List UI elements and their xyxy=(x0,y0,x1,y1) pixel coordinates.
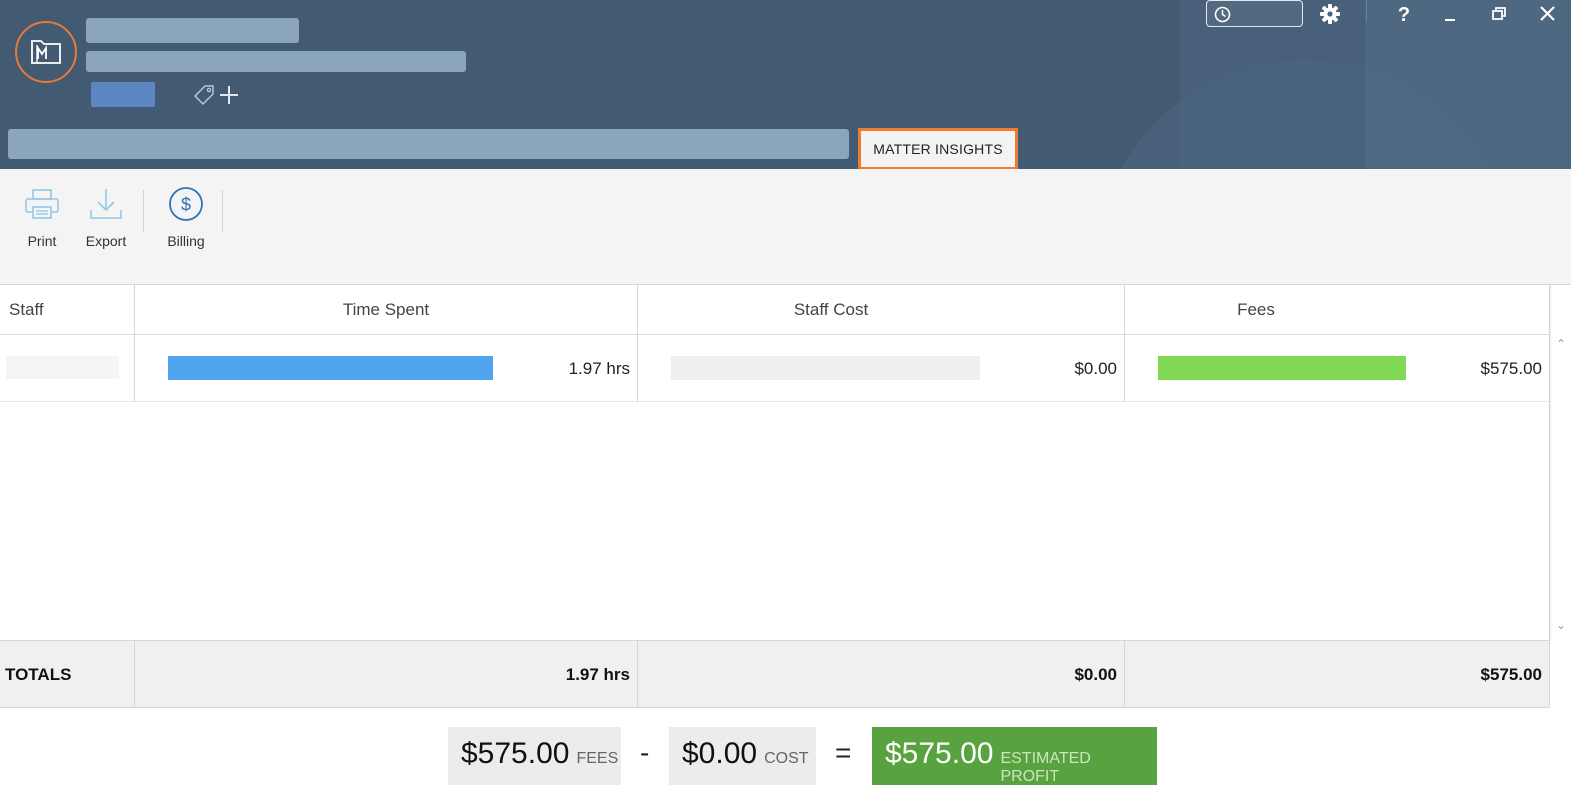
toolbar-divider xyxy=(222,190,223,232)
matter-subtitle-placeholder xyxy=(86,51,466,72)
cost-summary-amount: $0.00 xyxy=(682,737,758,770)
scroll-up-icon[interactable]: ⌃ xyxy=(1556,337,1566,351)
billing-button[interactable]: $ Billing xyxy=(160,183,212,253)
grid-header: Staff Time Spent Staff Cost Fees xyxy=(0,285,1550,335)
totals-fees: $575.00 xyxy=(1480,664,1542,684)
insights-toolbar: Print Export $ Billing xyxy=(0,169,1571,285)
matter-header: MATTER INSIGHTS ? xyxy=(0,0,1571,169)
titlebar-divider xyxy=(1366,0,1367,22)
clock-icon xyxy=(1214,6,1231,23)
profit-summary: $575.00 FEES - $0.00 COST = $575.00 ESTI… xyxy=(0,708,1571,802)
matter-status-badge xyxy=(91,82,155,107)
time-spent-value: 1.97 hrs xyxy=(568,358,630,378)
minimize-button[interactable] xyxy=(1438,3,1462,25)
printer-icon xyxy=(25,189,59,219)
estimated-profit-caption: ESTIMATED PROFIT xyxy=(1000,750,1091,785)
totals-label: TOTALS xyxy=(5,664,72,684)
staff-name-placeholder xyxy=(6,356,119,379)
matter-title-placeholder xyxy=(86,18,299,43)
column-divider xyxy=(637,285,638,402)
print-label: Print xyxy=(27,233,57,249)
totals-time-spent: 1.97 hrs xyxy=(565,664,630,684)
restore-button[interactable] xyxy=(1487,3,1511,25)
export-button[interactable]: Export xyxy=(80,183,132,253)
close-button[interactable] xyxy=(1536,3,1560,25)
time-spent-bar xyxy=(168,356,493,380)
vertical-scrollbar[interactable]: ⌃ ⌄ xyxy=(1550,285,1571,640)
svg-text:?: ? xyxy=(1398,4,1410,25)
totals-staff-cost: $0.00 xyxy=(1074,664,1117,684)
header-decoration-panel-right xyxy=(1365,0,1571,169)
column-header-time-spent[interactable]: Time Spent xyxy=(135,285,637,335)
column-divider xyxy=(637,640,638,708)
column-divider xyxy=(1124,285,1125,402)
settings-button[interactable] xyxy=(1319,3,1343,25)
timer-button[interactable] xyxy=(1206,0,1303,27)
cost-summary-caption: COST xyxy=(764,750,809,767)
column-divider xyxy=(1124,640,1125,708)
dollar-circle-icon: $ xyxy=(169,187,203,221)
export-label: Export xyxy=(85,233,127,249)
estimated-profit-box: $575.00 ESTIMATED PROFIT xyxy=(872,727,1157,785)
close-icon xyxy=(1540,6,1555,21)
fees-summary-box: $575.00 FEES xyxy=(448,727,621,785)
toolbar-divider xyxy=(143,190,144,232)
minimize-icon xyxy=(1445,19,1455,21)
matter-tabs-placeholder xyxy=(8,129,849,159)
app-logo xyxy=(15,21,77,83)
column-header-staff[interactable]: Staff xyxy=(9,285,129,335)
question-mark-icon: ? xyxy=(1398,4,1410,26)
column-header-staff-cost[interactable]: Staff Cost xyxy=(638,285,1024,335)
tab-matter-insights-label: MATTER INSIGHTS xyxy=(873,141,1003,157)
equals-operator: = xyxy=(835,737,852,768)
column-divider xyxy=(134,285,135,402)
billing-label: Billing xyxy=(167,233,205,249)
download-icon xyxy=(90,189,122,219)
tag-icon xyxy=(193,85,214,106)
staff-cost-bar xyxy=(671,356,980,380)
cost-summary-box: $0.00 COST xyxy=(669,727,816,785)
print-button[interactable]: Print xyxy=(20,183,64,253)
staff-cost-value: $0.00 xyxy=(1074,358,1117,378)
column-header-fees[interactable]: Fees xyxy=(1125,285,1387,335)
tab-matter-insights[interactable]: MATTER INSIGHTS xyxy=(858,128,1018,169)
help-button[interactable]: ? xyxy=(1392,3,1416,26)
staff-insights-grid: Staff Time Spent Staff Cost Fees 1.97 hr… xyxy=(0,285,1550,708)
gear-icon xyxy=(1320,4,1340,24)
matter-folder-icon xyxy=(31,40,61,64)
fees-value: $575.00 xyxy=(1480,358,1542,378)
svg-text:$: $ xyxy=(181,195,191,215)
scroll-down-icon[interactable]: ⌄ xyxy=(1556,618,1566,632)
table-row[interactable]: 1.97 hrs $0.00 $575.00 xyxy=(0,335,1550,402)
plus-icon xyxy=(220,86,238,104)
minus-operator: - xyxy=(640,737,650,768)
column-divider xyxy=(134,640,135,708)
totals-row: TOTALS 1.97 hrs $0.00 $575.00 xyxy=(0,640,1550,708)
estimated-profit-amount: $575.00 xyxy=(885,737,994,770)
restore-icon xyxy=(1492,7,1506,20)
add-tag-button[interactable] xyxy=(192,82,242,108)
fees-summary-amount: $575.00 xyxy=(461,737,570,770)
fees-summary-caption: FEES xyxy=(576,750,619,767)
fees-bar xyxy=(1158,356,1406,380)
